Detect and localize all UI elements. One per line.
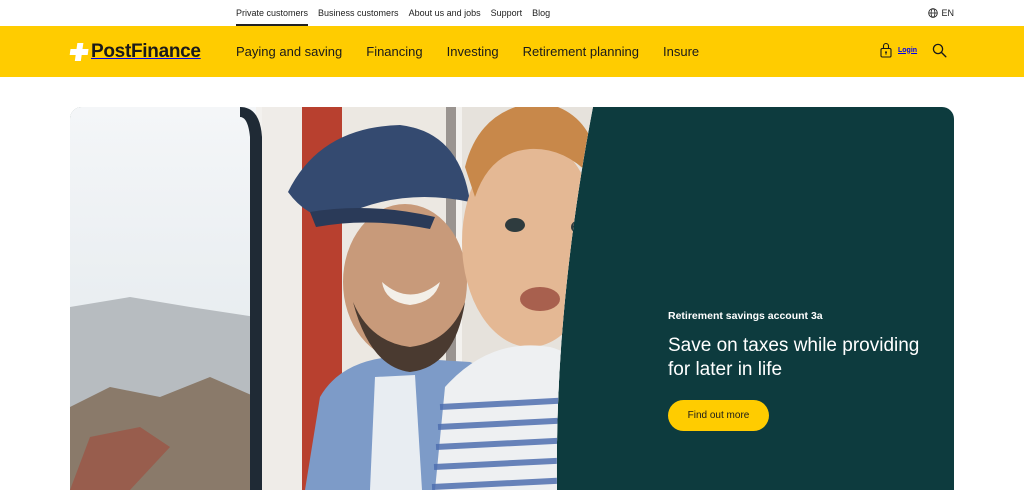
nav-retirement-planning[interactable]: Retirement planning xyxy=(523,44,639,59)
segment-business-customers[interactable]: Business customers xyxy=(318,0,399,26)
utility-bar: Private customers Business customers Abo… xyxy=(0,0,1024,26)
globe-icon xyxy=(928,8,939,18)
nav-insure[interactable]: Insure xyxy=(663,44,699,59)
hero-text-block: Retirement savings account 3a Save on ta… xyxy=(668,310,928,382)
postfinance-logo[interactable]: PostFinance xyxy=(69,41,201,63)
hero-photo-father-and-child xyxy=(70,107,593,490)
segment-blog[interactable]: Blog xyxy=(532,0,550,26)
segment-nav: Private customers Business customers Abo… xyxy=(236,0,550,26)
swiss-cross-icon xyxy=(69,43,89,61)
login-button[interactable]: Login xyxy=(880,42,917,58)
language-switcher[interactable]: EN xyxy=(928,0,954,26)
segment-private-customers[interactable]: Private customers xyxy=(236,0,309,26)
login-label: Login xyxy=(898,46,918,54)
hero-eyebrow: Retirement savings account 3a xyxy=(668,310,823,322)
nav-financing[interactable]: Financing xyxy=(366,44,422,59)
lock-icon xyxy=(880,42,892,58)
search-icon xyxy=(932,43,947,58)
language-label: EN xyxy=(941,8,954,18)
segment-support[interactable]: Support xyxy=(491,0,523,26)
nav-paying-and-saving[interactable]: Paying and saving xyxy=(236,44,342,59)
segment-about-us-jobs[interactable]: About us and jobs xyxy=(409,0,481,26)
logo-wordmark: PostFinance xyxy=(91,41,201,62)
nav-investing[interactable]: Investing xyxy=(447,44,499,59)
find-out-more-button[interactable]: Find out more xyxy=(668,400,769,431)
main-nav: Paying and saving Financing Investing Re… xyxy=(236,26,699,77)
main-header: PostFinance Paying and saving Financing … xyxy=(0,26,1024,77)
hero-banner: Retirement savings account 3a Save on ta… xyxy=(70,107,954,490)
search-button[interactable] xyxy=(932,43,947,63)
hero-headline: Save on taxes while providing for later … xyxy=(668,335,920,380)
